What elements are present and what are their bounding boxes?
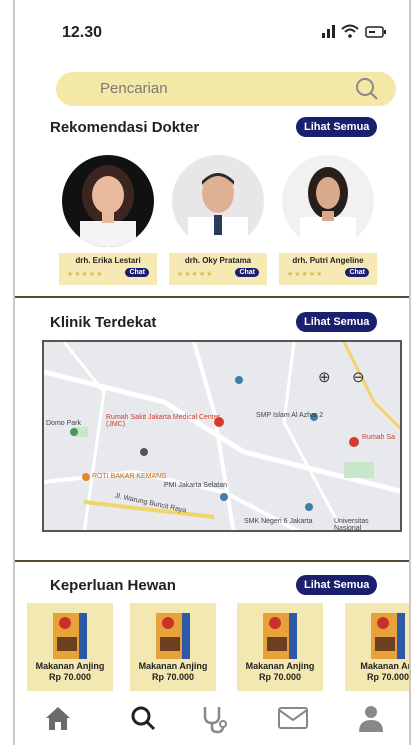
map-label-park: Domo Park xyxy=(46,420,82,427)
doctor-card[interactable]: drh. Putri Angeline ★★★★★ Chat xyxy=(279,155,377,285)
doctor-info: drh. Putri Angeline ★★★★★ Chat xyxy=(279,253,377,285)
battery-icon xyxy=(365,26,386,38)
map-label-school: SMP Islam Al Azhar 2 xyxy=(256,412,324,419)
doctor-card[interactable]: drh. Erika Lestari ★★★★★ Chat xyxy=(59,155,157,285)
product-price: Rp 70.000 xyxy=(366,672,410,682)
search-icon[interactable] xyxy=(129,704,157,732)
chat-button[interactable]: Chat xyxy=(125,268,149,277)
chat-button[interactable]: Chat xyxy=(345,268,369,277)
stethoscope-icon[interactable] xyxy=(199,704,229,734)
dog-food-image xyxy=(371,613,405,659)
chat-button[interactable]: Chat xyxy=(235,268,259,277)
phone-frame: 12.30 Pencarian Rekomendasi Dokter Lihat… xyxy=(13,0,411,745)
section-divider xyxy=(15,296,409,298)
mail-icon[interactable] xyxy=(277,704,309,730)
home-icon[interactable] xyxy=(43,704,73,732)
dog-food-image xyxy=(53,613,87,659)
doctor-photo xyxy=(282,155,374,247)
doctor-card[interactable]: drh. Oky Pratama ★★★★★ Chat xyxy=(169,155,267,285)
product-name: Makanan Anjing xyxy=(138,661,208,671)
clinic-section-title: Klinik Terdekat xyxy=(50,314,157,331)
rating-stars: ★★★★★ xyxy=(67,271,104,278)
section-divider xyxy=(15,560,409,562)
rating-stars: ★★★★★ xyxy=(287,271,324,278)
dog-food-image xyxy=(263,613,297,659)
rating-stars: ★★★★★ xyxy=(177,271,214,278)
pets-see-all-button[interactable]: Lihat Semua xyxy=(296,575,378,595)
doctor-name: drh. Erika Lestari xyxy=(75,256,141,265)
map-label-bakery: ROTI BAKAR KEMANG xyxy=(92,473,167,480)
clinic-map[interactable]: Rumah Sakit Jakarta Medical Center (JMC)… xyxy=(42,340,402,532)
dog-food-image xyxy=(156,613,190,659)
product-price: Rp 70.000 xyxy=(151,672,195,682)
search-input[interactable]: Pencarian xyxy=(100,80,168,97)
doctor-name: drh. Oky Pratama xyxy=(184,256,252,265)
product-card[interactable]: Makanan Anjing Rp 70.000 xyxy=(237,603,323,691)
status-time: 12.30 xyxy=(62,24,103,41)
product-price: Rp 70.000 xyxy=(258,672,302,682)
product-name: Makanan Anjing xyxy=(35,661,105,671)
search-bar[interactable]: Pencarian xyxy=(56,72,396,106)
map-label-univ: Universitas Nasional xyxy=(334,518,369,532)
doctors-see-all-button[interactable]: Lihat Semua xyxy=(296,117,378,137)
map-label-smk: SMK Negeri 6 Jakarta xyxy=(244,518,313,525)
map-label-hospital: Rumah Sakit Jakarta Medical Center (JMC) xyxy=(106,414,220,428)
product-name: Makanan Anjing xyxy=(245,661,315,671)
doctor-name: drh. Putri Angeline xyxy=(292,256,364,265)
doctor-info: drh. Erika Lestari ★★★★★ Chat xyxy=(59,253,157,285)
map-label-rs: Rumah Sa xyxy=(362,434,396,441)
product-name: Makanan Anj xyxy=(360,661,411,671)
doctors-section-title: Rekomendasi Dokter xyxy=(50,119,200,136)
status-icons xyxy=(322,24,387,38)
doctor-photo xyxy=(172,155,264,247)
bottom-nav xyxy=(15,698,409,745)
signal-icon xyxy=(322,24,335,38)
product-price: Rp 70.000 xyxy=(48,672,92,682)
product-card[interactable]: Makanan Anjing Rp 70.000 xyxy=(130,603,216,691)
map-label-pmi: PMI Jakarta Selatan xyxy=(164,482,228,489)
wifi-icon xyxy=(341,24,359,38)
zoom-out-icon[interactable]: ⊖ xyxy=(352,368,365,386)
search-icon[interactable] xyxy=(354,76,380,102)
zoom-in-icon[interactable]: ⊕ xyxy=(318,368,331,386)
product-card[interactable]: Makanan Anjing Rp 70.000 xyxy=(27,603,113,691)
product-card[interactable]: Makanan Anj Rp 70.000 xyxy=(345,603,411,691)
doctor-info: drh. Oky Pratama ★★★★★ Chat xyxy=(169,253,267,285)
pets-section-title: Keperluan Hewan xyxy=(50,577,176,594)
doctor-photo xyxy=(62,155,154,247)
profile-icon[interactable] xyxy=(357,704,385,734)
status-bar: 12.30 xyxy=(15,0,409,64)
clinic-see-all-button[interactable]: Lihat Semua xyxy=(296,312,378,332)
